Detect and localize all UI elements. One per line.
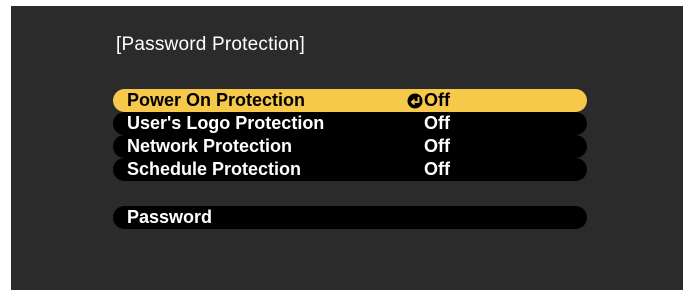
menu-item-value-wrap: Off [407, 89, 450, 112]
menu-item-users-logo-protection[interactable]: User's Logo Protection Off [113, 112, 587, 135]
menu-item-label: Password [127, 207, 213, 227]
enter-return-icon [407, 93, 423, 108]
menu-item-power-on-protection[interactable]: Power On Protection Off [113, 89, 587, 112]
menu-item-value-wrap: Off [407, 158, 450, 181]
menu-item-schedule-protection[interactable]: Schedule Protection Off [113, 158, 587, 181]
menu-item-value: Off [424, 136, 450, 156]
projector-menu-screen: [Password Protection] Power On Protectio… [11, 6, 683, 290]
menu-item-value-wrap: Off [407, 112, 450, 135]
menu-item-network-protection[interactable]: Network Protection Off [113, 135, 587, 158]
menu-item-value: Off [424, 113, 450, 133]
icon-spacer [407, 139, 423, 155]
icon-spacer [407, 116, 423, 132]
menu-item-label: Schedule Protection [127, 159, 302, 179]
menu-item-password[interactable]: Password [113, 206, 587, 229]
menu-title: [Password Protection] [116, 34, 306, 55]
menu-item-label: Power On Protection [127, 90, 306, 110]
menu-item-value: Off [424, 159, 450, 179]
menu-gap [113, 181, 587, 206]
menu-item-label: Network Protection [127, 136, 293, 156]
menu-item-value-wrap: Off [407, 135, 450, 158]
menu-item-value: Off [424, 90, 450, 110]
menu-item-label: User's Logo Protection [127, 113, 325, 133]
icon-spacer [407, 162, 423, 178]
password-protection-menu: Power On Protection Off User's Logo Prot… [113, 89, 587, 229]
